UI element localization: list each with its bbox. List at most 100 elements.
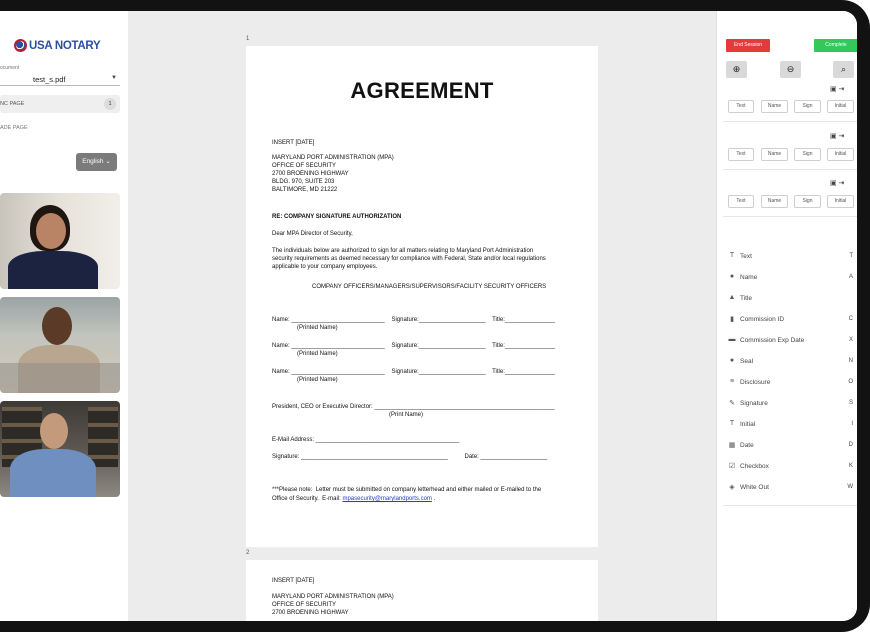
field-seal[interactable]: ● Seal N (727, 357, 853, 369)
signature-line: Signature: _____________________________… (272, 454, 548, 460)
field-white-out[interactable]: ◈ White Out W (727, 483, 853, 495)
page-count-badge: 1 (104, 98, 116, 110)
field-label: Signature (740, 400, 768, 407)
field-signature[interactable]: ✎ Signature S (727, 399, 853, 411)
doc-text: (Printed Name) (297, 325, 338, 331)
signer-text-button[interactable]: Text (728, 148, 754, 161)
participant-face (42, 307, 72, 345)
doc-text: 2700 BROENING HIGHWAY (272, 610, 349, 616)
date-icon: ▦ (728, 442, 736, 449)
initial-icon: T (729, 420, 735, 427)
doc-text: COMPANY OFFICERS/MANAGERS/SUPERVISORS/FA… (312, 284, 547, 290)
seal-icon: ● (729, 357, 735, 364)
signer-card-icons[interactable]: ▣ ⇥ (830, 179, 844, 187)
divider (723, 216, 857, 217)
id-card-icon: ▮ (730, 316, 734, 323)
participant-body (8, 251, 98, 289)
doc-text: OFFICE OF SECURITY (272, 602, 337, 608)
field-shortcut: S (848, 400, 853, 406)
field-commission-id[interactable]: ▮ Commission ID C (727, 315, 853, 327)
field-label: Disclosure (740, 379, 771, 386)
doc-text: applicable to your company employees. (272, 264, 378, 270)
video-tile-participant-1 (0, 193, 120, 289)
participant-face (36, 213, 66, 249)
language-select[interactable]: English ⌄ (76, 153, 117, 171)
field-label: Name (740, 274, 758, 281)
field-label: Commission ID (740, 316, 785, 323)
field-checkbox[interactable]: ☑ Checkbox K (727, 462, 853, 474)
video-tile-participant-3 (0, 401, 120, 497)
divider (723, 505, 857, 506)
title-icon: ▲ (728, 294, 736, 301)
signer-text-button[interactable]: Text (728, 195, 754, 208)
signature-line: Name: ____________________________ Signa… (272, 343, 555, 349)
zoom-in-icon[interactable]: ⊕ (726, 61, 747, 78)
divider (723, 121, 857, 122)
divider (723, 169, 857, 170)
signer-initial-button[interactable]: Initial (827, 195, 854, 208)
field-label: Date (740, 442, 754, 449)
field-text[interactable]: T Text T (727, 252, 853, 264)
signer-text-button[interactable]: Text (728, 100, 754, 113)
page-number: 2 (246, 550, 250, 556)
document-select[interactable]: test_s.pdf ▼ (0, 73, 120, 86)
field-commission-exp-date[interactable]: ▬ Commission Exp Date X (727, 336, 854, 348)
doc-text: INSERT [DATE] (272, 140, 315, 146)
signer-initial-button[interactable]: Initial (827, 100, 854, 113)
signer-name-button[interactable]: Name (761, 148, 788, 161)
signer-initial-button[interactable]: Initial (827, 148, 854, 161)
doc-heading: RE: COMPANY SIGNATURE AUTHORIZATION (272, 214, 402, 220)
doc-text: BLDG. 970, SUITE 203 (272, 179, 335, 185)
zoom-reset-icon[interactable]: ⌕ (833, 61, 854, 78)
field-disclosure[interactable]: ≡ Disclosure O (727, 378, 853, 390)
field-label: Checkbox (740, 463, 769, 470)
field-initial[interactable]: T Initial I (727, 420, 853, 432)
field-name[interactable]: ● Name A (727, 273, 853, 285)
logo-text: USA NOTARY (29, 39, 101, 52)
doc-text: BALTIMORE, MD 21222 (272, 187, 338, 193)
document-page-1[interactable]: AGREEMENT INSERT [DATE] MARYLAND PORT AD… (246, 46, 598, 547)
document-viewer[interactable]: 1 AGREEMENT INSERT [DATE] MARYLAND PORT … (128, 11, 716, 621)
doc-note-line: Office of Security. E-mail: mpasecurity@… (272, 496, 435, 503)
document-title: AGREEMENT (350, 78, 494, 103)
doc-text: (Printed Name) (297, 351, 338, 357)
field-label: Text (740, 253, 752, 260)
field-title[interactable]: ▲ Title (727, 294, 853, 306)
participant-face (40, 413, 68, 449)
signer-name-button[interactable]: Name (761, 195, 788, 208)
field-shortcut: W (847, 484, 853, 490)
disclosure-icon: ≡ (729, 378, 735, 385)
doc-text: Office of Security. E-mail: (272, 496, 343, 502)
zoom-out-icon[interactable]: ⊖ (780, 61, 801, 78)
doc-text: OFFICE OF SECURITY (272, 163, 337, 169)
doc-text: security requirements as deemed necessar… (272, 256, 546, 262)
field-label: Commission Exp Date (740, 337, 805, 344)
email-link[interactable]: mpasecurity@marylandports.com (342, 496, 431, 502)
doc-text: . (431, 496, 436, 502)
doc-text: MARYLAND PORT ADMINISTRATION (MPA) (272, 155, 394, 161)
doc-text: ***Please note: Letter must be submitted… (272, 487, 542, 493)
field-date[interactable]: ▦ Date D (727, 441, 853, 453)
doc-text: The individuals below are authorized to … (272, 248, 534, 254)
signer-card-icons[interactable]: ▣ ⇥ (830, 132, 844, 140)
document-page-2[interactable]: INSERT [DATE] MARYLAND PORT ADMINISTRATI… (246, 560, 598, 621)
participant-body (10, 449, 96, 497)
signer-sign-button[interactable]: Sign (794, 148, 821, 161)
end-session-button[interactable]: End Session (726, 39, 770, 52)
signature-line: Name: ____________________________ Signa… (272, 317, 555, 323)
text-field-icon: T (729, 252, 735, 259)
signer-sign-button[interactable]: Sign (794, 195, 821, 208)
signer-card-icons[interactable]: ▣ ⇥ (830, 85, 844, 93)
signer-name-button[interactable]: Name (761, 100, 788, 113)
bookshelf (88, 407, 118, 467)
signer-sign-button[interactable]: Sign (794, 100, 821, 113)
field-shortcut: X (848, 337, 853, 343)
eraser-icon: ◈ (729, 484, 735, 491)
field-shortcut: O (848, 379, 853, 385)
logo: USA NOTARY (14, 39, 101, 52)
complete-button[interactable]: Complete (814, 39, 857, 52)
right-panel: End Session Complete ⊕ ⊖ ⌕ ▣ ⇥ Text Name… (716, 11, 857, 621)
signature-line: E-Mail Address: ________________________… (272, 437, 460, 443)
add-page-button[interactable]: ADE PAGE (0, 125, 28, 131)
sync-page-item[interactable]: NC PAGE 1 (0, 95, 120, 113)
